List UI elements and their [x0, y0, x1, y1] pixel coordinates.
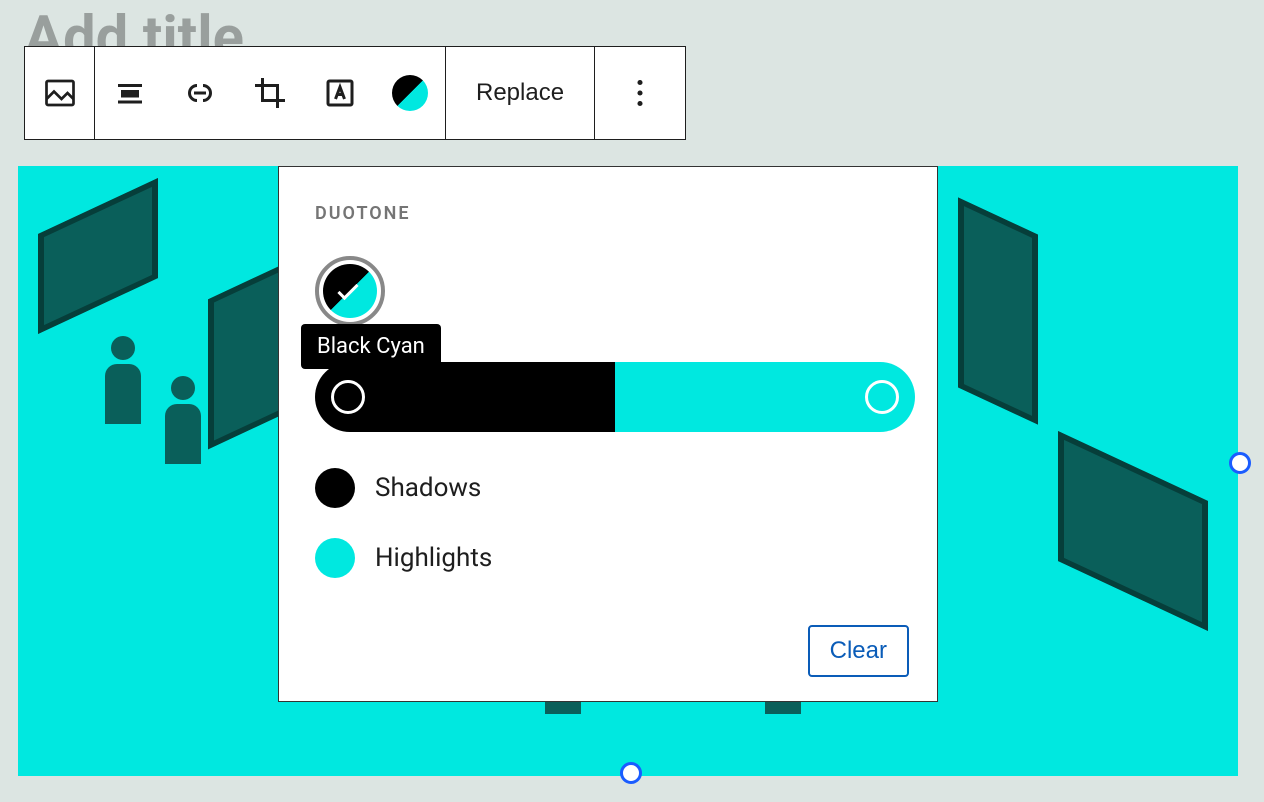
block-toolbar: Replace [24, 46, 686, 140]
range-thumb-shadows[interactable] [331, 380, 365, 414]
toolbar-group-align [95, 47, 445, 139]
align-button[interactable] [95, 47, 165, 139]
duotone-button[interactable] [375, 47, 445, 139]
check-icon [337, 279, 358, 300]
crop-button[interactable] [235, 47, 305, 139]
shadows-row: Shadows [315, 468, 901, 508]
block-type-button[interactable] [25, 47, 95, 139]
swatch-fill [323, 264, 377, 318]
text-overlay-icon [322, 75, 358, 111]
highlights-row: Highlights [315, 538, 901, 578]
range-thumb-highlights[interactable] [865, 380, 899, 414]
shadows-color-swatch[interactable] [315, 468, 355, 508]
link-button[interactable] [165, 47, 235, 139]
duotone-swatch-black-cyan[interactable] [315, 256, 385, 326]
clear-button[interactable]: Clear [808, 625, 909, 677]
highlights-color-swatch[interactable] [315, 538, 355, 578]
duotone-icon [392, 75, 428, 111]
resize-handle-bottom[interactable] [620, 762, 642, 784]
image-block-icon [42, 75, 78, 111]
duotone-heading: DUOTONE [315, 203, 901, 224]
align-icon [112, 75, 148, 111]
replace-button[interactable]: Replace [445, 47, 595, 139]
duotone-swatch-row: Black Cyan [315, 256, 901, 326]
more-vertical-icon [622, 75, 658, 111]
duotone-panel: DUOTONE Black Cyan Shadows Highlights Cl… [278, 166, 938, 702]
text-overlay-button[interactable] [305, 47, 375, 139]
shadows-label: Shadows [375, 473, 481, 503]
resize-handle-right[interactable] [1229, 452, 1251, 474]
crop-icon [252, 75, 288, 111]
link-icon [182, 75, 218, 111]
more-options-button[interactable] [595, 47, 685, 139]
duotone-range-bar[interactable] [315, 362, 915, 432]
highlights-label: Highlights [375, 543, 492, 573]
